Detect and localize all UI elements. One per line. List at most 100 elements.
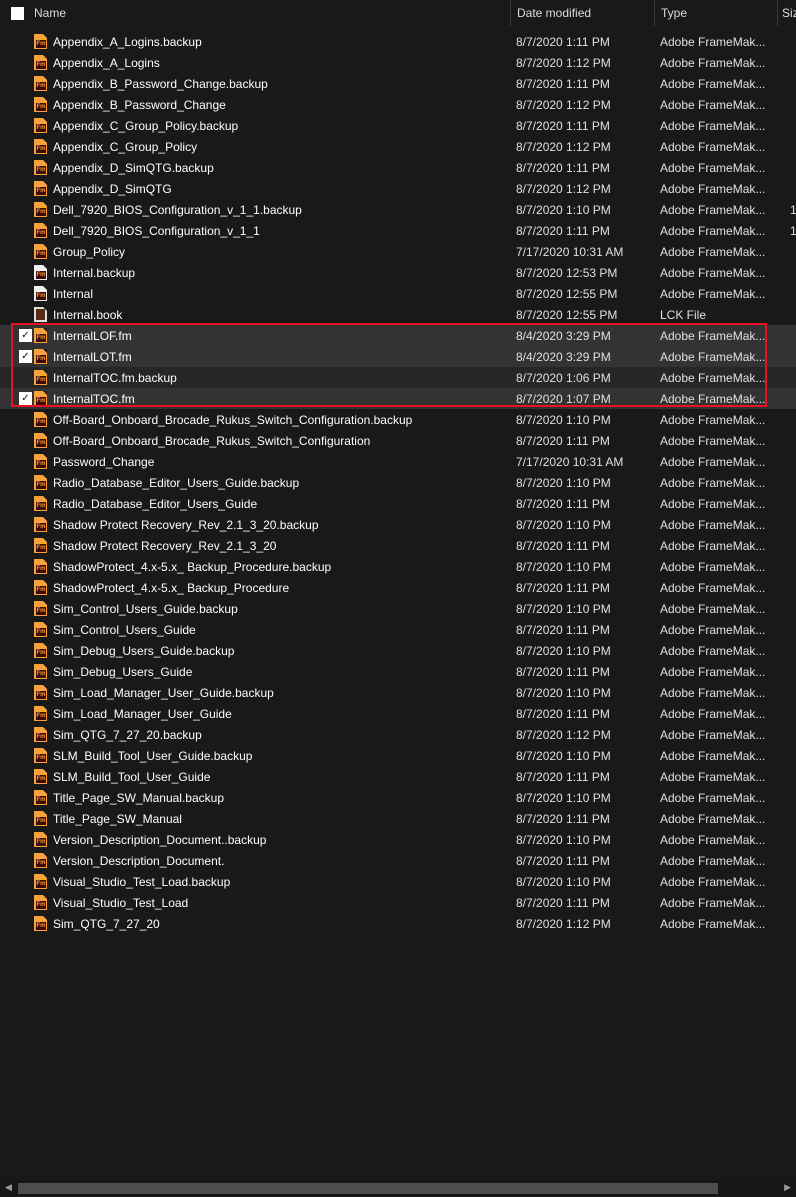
file-row[interactable]: Fm Radio_Database_Editor_Users_Guide.back… — [0, 472, 796, 493]
row-checkbox-checked[interactable]: ✓ — [19, 392, 32, 405]
horizontal-scrollbar[interactable]: ◀ ▶ — [0, 1180, 796, 1197]
horizontal-scrollbar-thumb[interactable] — [18, 1183, 718, 1194]
file-name-cell[interactable]: Fm Version_Description_Document. — [33, 853, 516, 868]
file-row[interactable]: Fm Appendix_C_Group_Policy 8/7/2020 1:12 P… — [0, 136, 796, 157]
file-row[interactable]: ✓ Fm InternalTOC.fm 8/7/2020 1:07 PM Adobe F… — [0, 388, 796, 409]
file-row[interactable]: Fm Shadow Protect Recovery_Rev_2.1_3_20.b… — [0, 514, 796, 535]
file-name-cell[interactable]: Fm Radio_Database_Editor_Users_Guide.back… — [33, 475, 516, 490]
file-name-cell[interactable]: Fm Group_Policy — [33, 244, 516, 259]
file-row[interactable]: Fm ShadowProtect_4.x-5.x_ Backup_Procedur… — [0, 577, 796, 598]
file-name-cell[interactable]: Fm Appendix_C_Group_Policy — [33, 139, 516, 154]
file-row[interactable]: Fm Appendix_C_Group_Policy.backup 8/7/2020… — [0, 115, 796, 136]
file-name-cell[interactable]: Fm Sim_Debug_Users_Guide — [33, 664, 516, 679]
file-row[interactable]: Fm Sim_Control_Users_Guide.backup 8/7/2020… — [0, 598, 796, 619]
file-row[interactable]: Fm Sim_Control_Users_Guide 8/7/2020 1:11 P… — [0, 619, 796, 640]
file-row[interactable]: Fm Visual_Studio_Test_Load.backup 8/7/2020… — [0, 871, 796, 892]
file-name-cell[interactable]: Fm Password_Change — [33, 454, 516, 469]
file-row[interactable]: Fm Internal 8/7/2020 12:55 PM Adobe FrameMa… — [0, 283, 796, 304]
file-row[interactable]: Fm Version_Description_Document..backup 8/… — [0, 829, 796, 850]
file-name-cell[interactable]: Fm Visual_Studio_Test_Load.backup — [33, 874, 516, 889]
row-checkbox-checked[interactable]: ✓ — [19, 329, 32, 342]
file-name-cell[interactable]: Fm Appendix_A_Logins.backup — [33, 34, 516, 49]
file-row[interactable]: Fm Sim_Debug_Users_Guide.backup 8/7/2020 1… — [0, 640, 796, 661]
file-row[interactable]: Fm Dell_7920_BIOS_Configuration_v_1_1 8/7/… — [0, 220, 796, 241]
file-row[interactable]: Fm Sim_Debug_Users_Guide 8/7/2020 1:11 PM A… — [0, 661, 796, 682]
file-row[interactable]: Fm SLM_Build_Tool_User_Guide 8/7/2020 1:11… — [0, 766, 796, 787]
column-header-date-modified[interactable]: Date modified — [510, 0, 654, 26]
file-name-cell[interactable]: Fm Title_Page_SW_Manual — [33, 811, 516, 826]
row-checkbox-checked[interactable]: ✓ — [19, 350, 32, 363]
file-name-cell[interactable]: Fm Appendix_D_SimQTG — [33, 181, 516, 196]
file-row[interactable]: Fm Off-Board_Onboard_Brocade_Rukus_Switch… — [0, 409, 796, 430]
file-row[interactable]: Fm Appendix_B_Password_Change 8/7/2020 1:1… — [0, 94, 796, 115]
file-row[interactable]: Internal.book 8/7/2020 12:55 PM LCK File — [0, 304, 796, 325]
column-header-type[interactable]: Type — [654, 0, 777, 26]
file-name-cell[interactable]: Fm Sim_Load_Manager_User_Guide.backup — [33, 685, 516, 700]
scroll-left-icon[interactable]: ◀ — [5, 1182, 12, 1193]
row-checkbox-cell[interactable]: ✓ — [0, 350, 33, 363]
file-name-cell[interactable]: Fm Off-Board_Onboard_Brocade_Rukus_Switch… — [33, 433, 516, 448]
file-row[interactable]: Fm Version_Description_Document. 8/7/2020 … — [0, 850, 796, 871]
file-name-cell[interactable]: Fm Appendix_B_Password_Change — [33, 97, 516, 112]
file-row[interactable]: Fm ShadowProtect_4.x-5.x_ Backup_Procedur… — [0, 556, 796, 577]
file-row[interactable]: Fm Sim_QTG_7_27_20.backup 8/7/2020 1:12 PM… — [0, 724, 796, 745]
file-name-cell[interactable]: Fm Sim_QTG_7_27_20 — [33, 916, 516, 931]
file-name-cell[interactable]: Fm Sim_Control_Users_Guide.backup — [33, 601, 516, 616]
file-name-cell[interactable]: Fm Sim_Debug_Users_Guide.backup — [33, 643, 516, 658]
column-header-size[interactable]: Size — [777, 0, 796, 26]
file-name-cell[interactable]: Fm Appendix_B_Password_Change.backup — [33, 76, 516, 91]
file-name-cell[interactable]: Fm Title_Page_SW_Manual.backup — [33, 790, 516, 805]
file-row[interactable]: Fm Shadow Protect Recovery_Rev_2.1_3_20 8/… — [0, 535, 796, 556]
file-row[interactable]: Fm Appendix_A_Logins 8/7/2020 1:12 PM Adobe… — [0, 52, 796, 73]
file-row[interactable]: Fm Internal.backup 8/7/2020 12:53 PM Adobe … — [0, 262, 796, 283]
file-row[interactable]: Fm Sim_Load_Manager_User_Guide.backup 8/7/… — [0, 682, 796, 703]
file-row[interactable]: ✓ Fm InternalLOF.fm 8/4/2020 3:29 PM Adobe F… — [0, 325, 796, 346]
file-name-cell[interactable]: Fm Dell_7920_BIOS_Configuration_v_1_1.bac… — [33, 202, 516, 217]
file-name-cell[interactable]: Fm Internal.backup — [33, 265, 516, 280]
file-name-cell[interactable]: Fm Shadow Protect Recovery_Rev_2.1_3_20 — [33, 538, 516, 553]
file-name-cell[interactable]: Fm Sim_Control_Users_Guide — [33, 622, 516, 637]
file-name-cell[interactable]: Fm InternalLOF.fm — [33, 328, 516, 343]
file-row[interactable]: Fm Title_Page_SW_Manual 8/7/2020 1:11 PM Ad… — [0, 808, 796, 829]
file-name-cell[interactable]: Fm Dell_7920_BIOS_Configuration_v_1_1 — [33, 223, 516, 238]
file-name-cell[interactable]: Fm InternalLOT.fm — [33, 349, 516, 364]
file-name-cell[interactable]: Fm Off-Board_Onboard_Brocade_Rukus_Switch… — [33, 412, 516, 427]
column-header-name[interactable]: ⌃ Name — [34, 0, 510, 26]
file-name-cell[interactable]: Fm Appendix_D_SimQTG.backup — [33, 160, 516, 175]
file-row[interactable]: Fm Visual_Studio_Test_Load 8/7/2020 1:11 P… — [0, 892, 796, 913]
file-name-cell[interactable]: Fm Internal — [33, 286, 516, 301]
file-name-cell[interactable]: Fm Radio_Database_Editor_Users_Guide — [33, 496, 516, 511]
file-row[interactable]: Fm Password_Change 7/17/2020 10:31 AM Adobe… — [0, 451, 796, 472]
file-row[interactable]: Fm Group_Policy 7/17/2020 10:31 AM Adobe Fr… — [0, 241, 796, 262]
file-row[interactable]: Fm Dell_7920_BIOS_Configuration_v_1_1.bac… — [0, 199, 796, 220]
file-name-cell[interactable]: Fm SLM_Build_Tool_User_Guide.backup — [33, 748, 516, 763]
file-name-cell[interactable]: Internal.book — [33, 307, 516, 322]
file-row[interactable]: Fm Appendix_A_Logins.backup 8/7/2020 1:11 … — [0, 31, 796, 52]
file-row[interactable]: Fm Appendix_B_Password_Change.backup 8/7/2… — [0, 73, 796, 94]
file-name-cell[interactable]: Fm Shadow Protect Recovery_Rev_2.1_3_20.b… — [33, 517, 516, 532]
file-row[interactable]: Fm InternalTOC.fm.backup 8/7/2020 1:06 PM A… — [0, 367, 796, 388]
file-row[interactable]: Fm Radio_Database_Editor_Users_Guide 8/7/2… — [0, 493, 796, 514]
file-name-cell[interactable]: Fm InternalTOC.fm — [33, 391, 516, 406]
file-row[interactable]: Fm Sim_Load_Manager_User_Guide 8/7/2020 1:… — [0, 703, 796, 724]
file-name-cell[interactable]: Fm ShadowProtect_4.x-5.x_ Backup_Procedur… — [33, 580, 516, 595]
file-name-cell[interactable]: Fm Appendix_C_Group_Policy.backup — [33, 118, 516, 133]
file-name-cell[interactable]: Fm ShadowProtect_4.x-5.x_ Backup_Procedur… — [33, 559, 516, 574]
file-name-cell[interactable]: Fm SLM_Build_Tool_User_Guide — [33, 769, 516, 784]
row-checkbox-cell[interactable]: ✓ — [0, 392, 33, 405]
file-name-cell[interactable]: Fm Version_Description_Document..backup — [33, 832, 516, 847]
file-row[interactable]: Fm Off-Board_Onboard_Brocade_Rukus_Switch… — [0, 430, 796, 451]
file-name-cell[interactable]: Fm Sim_QTG_7_27_20.backup — [33, 727, 516, 742]
file-name-cell[interactable]: Fm InternalTOC.fm.backup — [33, 370, 516, 385]
file-row[interactable]: Fm Appendix_D_SimQTG.backup 8/7/2020 1:11 … — [0, 157, 796, 178]
select-all-checkbox-cell[interactable] — [0, 0, 34, 26]
select-all-checkbox[interactable] — [11, 6, 24, 20]
file-name-cell[interactable]: Fm Appendix_A_Logins — [33, 55, 516, 70]
scroll-right-icon[interactable]: ▶ — [784, 1182, 791, 1193]
file-row[interactable]: Fm Appendix_D_SimQTG 8/7/2020 1:12 PM Adobe… — [0, 178, 796, 199]
row-checkbox-cell[interactable]: ✓ — [0, 329, 33, 342]
file-row[interactable]: Fm SLM_Build_Tool_User_Guide.backup 8/7/20… — [0, 745, 796, 766]
file-name-cell[interactable]: Fm Sim_Load_Manager_User_Guide — [33, 706, 516, 721]
file-row[interactable]: Fm Sim_QTG_7_27_20 8/7/2020 1:12 PM Adobe F… — [0, 913, 796, 934]
file-row[interactable]: Fm Title_Page_SW_Manual.backup 8/7/2020 1:… — [0, 787, 796, 808]
